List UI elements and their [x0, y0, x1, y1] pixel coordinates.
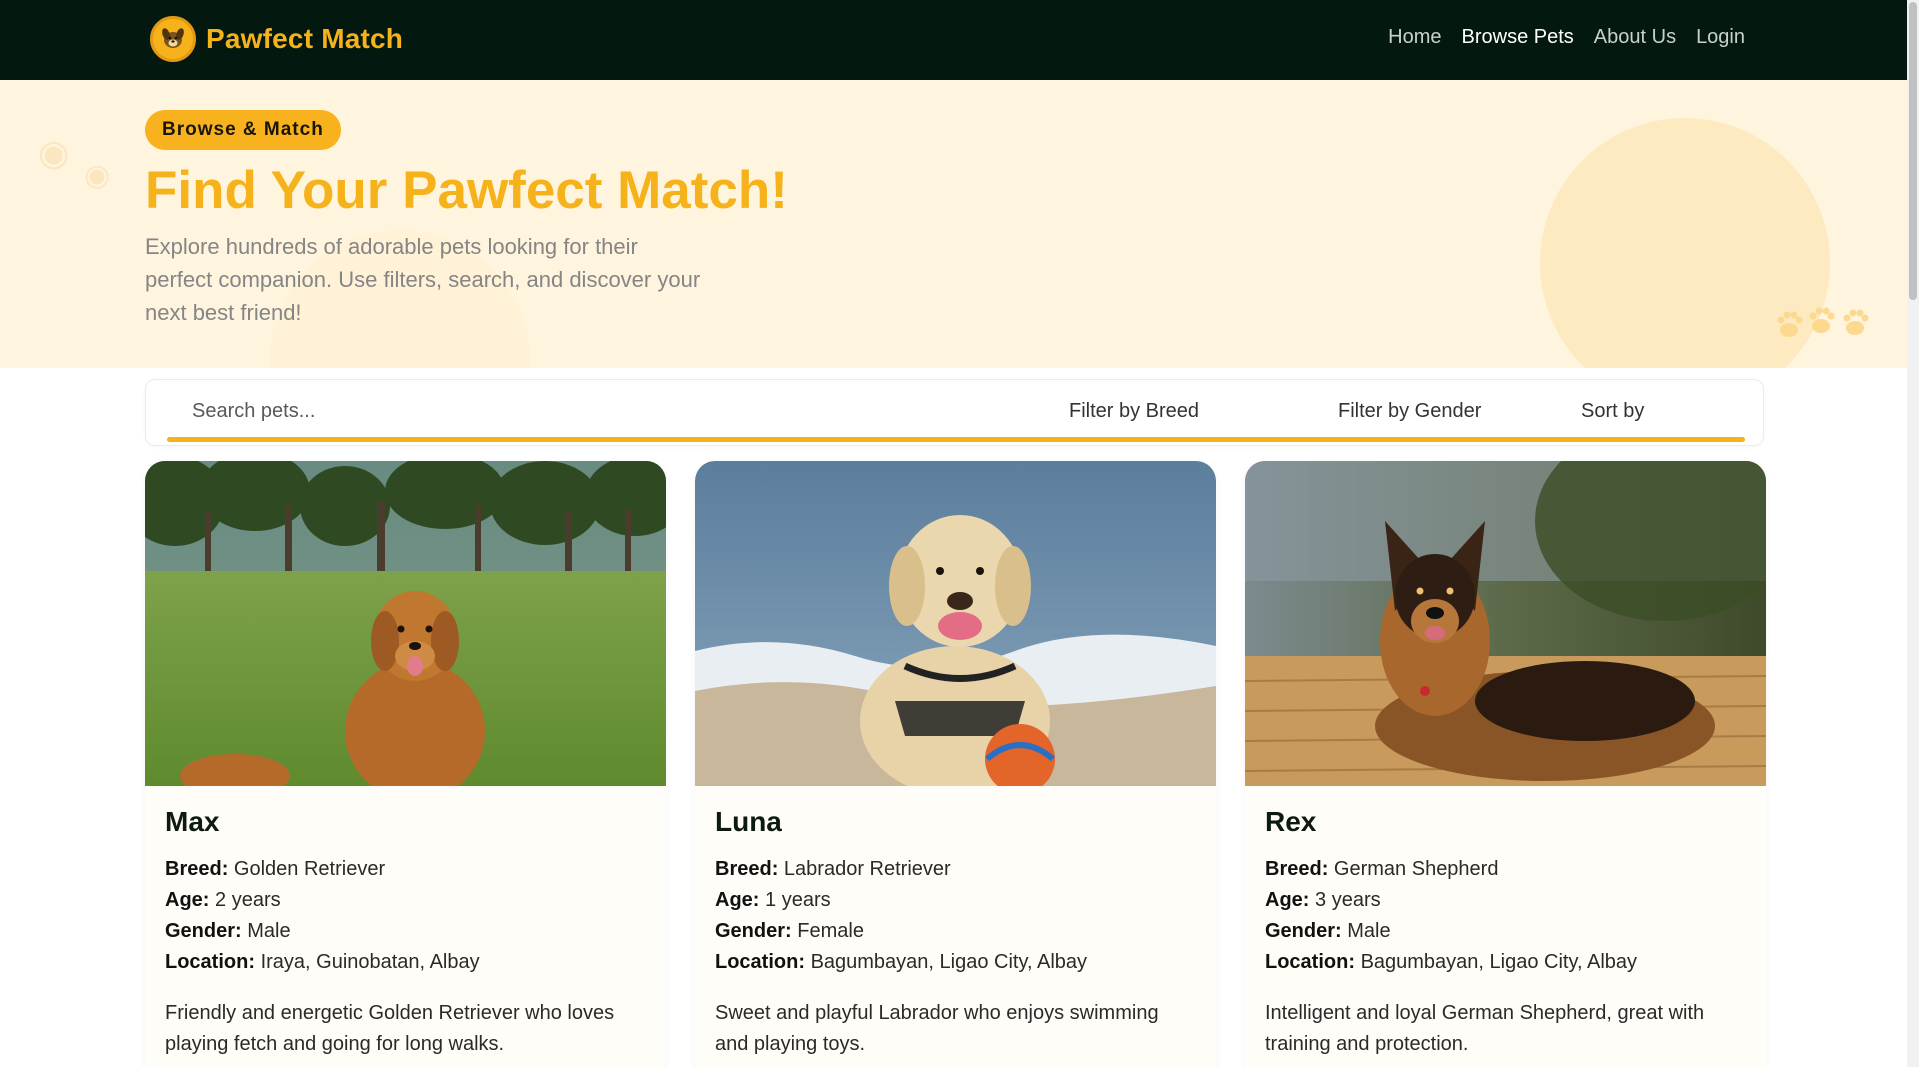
- gender-filter-select[interactable]: Filter by Gender: [1338, 400, 1481, 423]
- pet-location: Location: Iraya, Guinobatan, Albay: [165, 947, 645, 978]
- age-label: Age:: [715, 889, 760, 911]
- location-label: Location:: [715, 951, 805, 973]
- paw-print-icon: ◉: [84, 159, 111, 192]
- paw-print-icon: ◉: [38, 132, 70, 173]
- breed-value: Labrador Retriever: [783, 858, 951, 880]
- page-scrollbar[interactable]: [1907, 0, 1919, 1067]
- gender-label: Gender:: [165, 920, 242, 942]
- breed-value: German Shepherd: [1333, 858, 1499, 880]
- pet-photo: [695, 461, 1216, 786]
- pet-location: Location: Bagumbayan, Ligao City, Albay: [1265, 947, 1745, 978]
- age-label: Age:: [1265, 889, 1310, 911]
- age-value: 1 years: [765, 889, 831, 911]
- nav-link-home[interactable]: Home: [1388, 26, 1441, 49]
- breed-value: Golden Retriever: [233, 858, 386, 880]
- search-input[interactable]: [166, 392, 1066, 430]
- location-value: Bagumbayan, Ligao City, Albay: [810, 951, 1088, 973]
- pet-age: Age: 2 years: [165, 885, 645, 916]
- pet-description: Friendly and energetic Golden Retriever …: [165, 1002, 615, 1055]
- pet-photo: [1245, 461, 1766, 786]
- sort-select[interactable]: Sort by: [1581, 400, 1644, 423]
- pet-photo: [145, 461, 666, 786]
- pet-description: Intelligent and loyal German Shepherd, g…: [1265, 1002, 1705, 1055]
- nav-link-login[interactable]: Login: [1696, 26, 1745, 49]
- location-value: Bagumbayan, Ligao City, Albay: [1360, 951, 1638, 973]
- breed-label: Breed:: [165, 858, 229, 880]
- pet-breed: Breed: German Shepherd: [1265, 854, 1745, 885]
- pet-name: Max: [165, 806, 220, 837]
- pet-name: Rex: [1265, 806, 1317, 837]
- nav-link-about-us[interactable]: About Us: [1594, 26, 1676, 49]
- hero-section: ◉ ◉ Browse & Match Find Your Pawfect Mat…: [0, 80, 1907, 368]
- pet-age: Age: 3 years: [1265, 885, 1745, 916]
- scrollbar-thumb[interactable]: [1909, 2, 1917, 300]
- pet-details: Max Breed: Golden Retriever Age: 2 years…: [165, 806, 645, 1060]
- filter-bar: Filter by Breed Filter by Gender Sort by: [145, 379, 1764, 446]
- nav-menu: Home Browse Pets About Us Login: [1388, 26, 1745, 49]
- location-label: Location:: [165, 951, 255, 973]
- dog-face-icon: [150, 16, 196, 62]
- pet-breed: Breed: Labrador Retriever: [715, 854, 1195, 885]
- pet-details: Luna Breed: Labrador Retriever Age: 1 ye…: [715, 806, 1195, 1060]
- breed-label: Breed:: [715, 858, 779, 880]
- gender-label: Gender:: [715, 920, 792, 942]
- pet-gender: Gender: Female: [715, 916, 1195, 947]
- location-value: Iraya, Guinobatan, Albay: [260, 951, 480, 973]
- breed-filter-select[interactable]: Filter by Breed: [1069, 400, 1199, 423]
- gender-value: Male: [247, 920, 291, 942]
- pet-card[interactable]: Rex Breed: German Shepherd Age: 3 years …: [1245, 461, 1766, 1067]
- age-label: Age:: [165, 889, 210, 911]
- paw-prints-icon: [1775, 298, 1875, 351]
- filter-underline: [167, 437, 1745, 442]
- hero-subtitle: Explore hundreds of adorable pets lookin…: [145, 234, 701, 325]
- pet-breed: Breed: Golden Retriever: [165, 854, 645, 885]
- brand-name: Pawfect Match: [206, 23, 404, 54]
- nav-link-browse-pets[interactable]: Browse Pets: [1462, 26, 1574, 49]
- gender-value: Female: [797, 920, 864, 942]
- breed-label: Breed:: [1265, 858, 1329, 880]
- location-label: Location:: [1265, 951, 1355, 973]
- pet-location: Location: Bagumbayan, Ligao City, Albay: [715, 947, 1195, 978]
- pet-gender: Gender: Male: [165, 916, 645, 947]
- pet-details: Rex Breed: German Shepherd Age: 3 years …: [1265, 806, 1745, 1060]
- pet-card[interactable]: Luna Breed: Labrador Retriever Age: 1 ye…: [695, 461, 1216, 1067]
- age-value: 3 years: [1315, 889, 1381, 911]
- gender-label: Gender:: [1265, 920, 1342, 942]
- pet-card[interactable]: Max Breed: Golden Retriever Age: 2 years…: [145, 461, 666, 1067]
- age-value: 2 years: [215, 889, 281, 911]
- pet-name: Luna: [715, 806, 782, 837]
- pet-age: Age: 1 years: [715, 885, 1195, 916]
- page-title: Find Your Pawfect Match!: [145, 161, 788, 220]
- gender-value: Male: [1347, 920, 1391, 942]
- pet-gender: Gender: Male: [1265, 916, 1745, 947]
- brand[interactable]: Pawfect Match: [150, 16, 403, 62]
- pet-description: Sweet and playful Labrador who enjoys sw…: [715, 1002, 1159, 1055]
- navbar: Pawfect Match Home Browse Pets About Us …: [0, 0, 1907, 80]
- hero-badge: Browse & Match: [145, 110, 341, 150]
